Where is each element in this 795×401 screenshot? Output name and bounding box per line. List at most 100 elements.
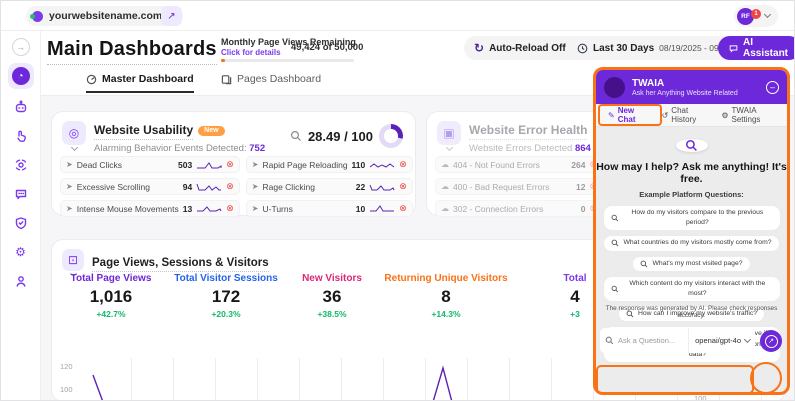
chat-input-row: openai/gpt-4o <box>600 328 755 353</box>
usability-title: Website Usability <box>94 123 194 140</box>
pageviews-card-icon: ⊡ <box>62 249 84 271</box>
ai-disclaimer: The response was generated by AI. Please… <box>605 305 778 319</box>
chat-search-button[interactable] <box>675 139 708 152</box>
tab-new-chat[interactable]: ✎ New Chat <box>602 106 652 124</box>
shield-check-icon <box>15 217 26 230</box>
sidebar: → ◔ ⚙ <box>1 31 41 400</box>
model-selector[interactable]: openai/gpt-4o <box>688 328 752 353</box>
send-button[interactable]: ↗ <box>760 330 782 352</box>
examples-label: Example Platform Questions: <box>639 190 744 199</box>
question-chip[interactable]: What's my most visited page? <box>632 255 751 272</box>
tab-chat-history[interactable]: ↺ Chat History <box>656 106 712 124</box>
error-card-icon: ▣ <box>437 121 461 145</box>
user-menu[interactable]: RF 1 <box>734 5 778 27</box>
send-arrow-icon: ↗ <box>764 334 778 348</box>
search-icon <box>685 139 697 151</box>
chat-bubble-icon <box>15 189 26 200</box>
gear-icon: ⚙ <box>15 245 26 259</box>
twaia-avatar <box>604 76 625 98</box>
search-spark-icon <box>641 260 648 267</box>
sparkline <box>369 184 395 191</box>
page-header: Main Dashboards Monthly Page Views Remai… <box>41 31 794 67</box>
chat-body: How may I help? Ask me anything! It's fr… <box>596 127 787 363</box>
sparkline <box>197 162 222 169</box>
minus-icon: – <box>769 81 775 92</box>
pencil-icon: ✎ <box>608 110 615 120</box>
search-spark-icon <box>612 240 619 247</box>
new-badge: New <box>198 125 225 136</box>
usability-score-donut <box>379 124 403 148</box>
error-health-title: Website Error Health <box>469 123 588 140</box>
collapse-chevron-icon[interactable] <box>70 143 78 152</box>
chat-header: TWAIA Ask her Anything Website Related – <box>596 70 787 104</box>
chat-question-input[interactable] <box>618 336 680 345</box>
refresh-icon: ↻ <box>474 41 485 55</box>
domain-selector[interactable]: yourwebsitename.com <box>26 6 184 26</box>
question-chip[interactable]: What countries do my visitors mostly com… <box>603 235 780 252</box>
pageviews-title: Page Views, Sessions & Visitors <box>92 257 269 272</box>
external-link-icon: ↗ <box>167 10 176 22</box>
gear-icon: ⚙ <box>721 110 729 120</box>
question-chip[interactable]: Which content do my visitors interact wi… <box>602 275 781 303</box>
open-site-button[interactable]: ↗ <box>161 6 182 26</box>
sidebar-item-profile[interactable] <box>10 270 32 292</box>
person-icon <box>16 276 25 287</box>
usability-row[interactable]: ➤ Excessive Scrolling 94 ⊗ <box>60 178 240 195</box>
question-chip[interactable]: How do my visitors compare to the previo… <box>602 205 781 232</box>
dashboard-icon <box>86 74 97 84</box>
usability-row[interactable]: ➤ Intense Mouse Movements 13 ⊗ <box>60 200 240 217</box>
usability-subtitle: Alarming Behavior Events Detected: 752 <box>94 143 266 154</box>
usability-row[interactable]: ➤ Rage Clicking 22 ⊗ <box>245 178 413 195</box>
sidebar-item-security[interactable] <box>10 212 32 234</box>
sidebar-item-ai-bot[interactable] <box>10 96 32 118</box>
sidebar-item-behavior[interactable] <box>10 125 32 147</box>
tab-master-dashboard[interactable]: Master Dashboard <box>86 73 194 93</box>
pages-icon <box>221 74 232 84</box>
sidebar-item-feedback[interactable] <box>10 183 32 205</box>
errors-count: 864 <box>574 143 591 154</box>
error-row[interactable]: ☁ 400 - Bad Request Errors12 ⊗ <box>435 178 603 195</box>
chat-icon <box>729 44 738 53</box>
alert-icon: ⊗ <box>399 181 407 191</box>
domain-name: yourwebsitename.com <box>49 10 163 22</box>
cursor-icon: ➤ <box>251 182 259 191</box>
usability-row[interactable]: ➤ Dead Clicks 503 ⊗ <box>60 156 240 173</box>
right-chart-tick: 100 <box>694 394 707 401</box>
dashboard-pie-icon: ◔ <box>11 67 30 85</box>
sidebar-item-dashboards[interactable]: ◔ <box>7 63 34 89</box>
sidebar-expand-button[interactable]: → <box>11 38 30 56</box>
alert-icon: ⊗ <box>399 203 407 213</box>
topbar: yourwebsitename.com ↗ RF 1 <box>1 1 794 31</box>
ai-assistant-button[interactable]: AI Assistant <box>718 36 794 60</box>
error-row[interactable]: ☁ 302 - Connection Errors0 ⊗ <box>435 200 603 217</box>
collapse-chevron-icon[interactable] <box>445 143 453 152</box>
ai-assistant-label: AI Assistant <box>743 37 789 59</box>
cloud-icon: ☁ <box>441 160 449 169</box>
tab-pages-dashboard[interactable]: Pages Dashboard <box>221 73 321 93</box>
website-usability-card: ◎ Website Usability New Alarming Behavior… <box>51 111 416 217</box>
chat-tabs: ✎ New Chat ↺ Chat History ⚙ TWAIA Settin… <box>596 104 787 127</box>
robot-icon <box>15 100 26 113</box>
events-count: 752 <box>249 143 266 154</box>
alert-icon: ⊗ <box>399 159 407 169</box>
twaia-chat-panel: TWAIA Ask her Anything Website Related –… <box>593 67 790 395</box>
notification-badge: 1 <box>751 8 761 19</box>
usability-rows: ➤ Dead Clicks 503 ⊗ ➤ Rapid Page Reloadin… <box>60 156 413 217</box>
chat-title: TWAIA <box>632 77 665 89</box>
alert-icon: ⊗ <box>226 181 234 191</box>
app-window: yourwebsitename.com ↗ RF 1 → ◔ ⚙ Main Da… <box>0 0 795 401</box>
cloud-icon: ☁ <box>441 182 449 191</box>
sidebar-item-recordings[interactable] <box>10 154 32 176</box>
error-row[interactable]: ☁ 404 - Not Found Errors264 ⊗ <box>435 156 603 173</box>
usability-row[interactable]: ➤ U-Turns 10 ⊗ <box>245 200 413 217</box>
tab-twaia-settings[interactable]: ⚙ TWAIA Settings <box>715 106 781 124</box>
page-title: Main Dashboards <box>47 38 217 65</box>
chat-subtitle: Ask her Anything Website Related <box>632 89 738 97</box>
zoom-score-icon <box>290 130 301 141</box>
user-avatar: RF 1 <box>737 7 761 25</box>
minimize-chat-button[interactable]: – <box>766 80 779 94</box>
cursor-icon: ➤ <box>251 160 259 169</box>
usability-row[interactable]: ➤ Rapid Page Reloading 110 ⊗ <box>245 156 413 173</box>
search-spark-icon <box>611 285 618 293</box>
sidebar-item-settings[interactable]: ⚙ <box>10 241 32 263</box>
